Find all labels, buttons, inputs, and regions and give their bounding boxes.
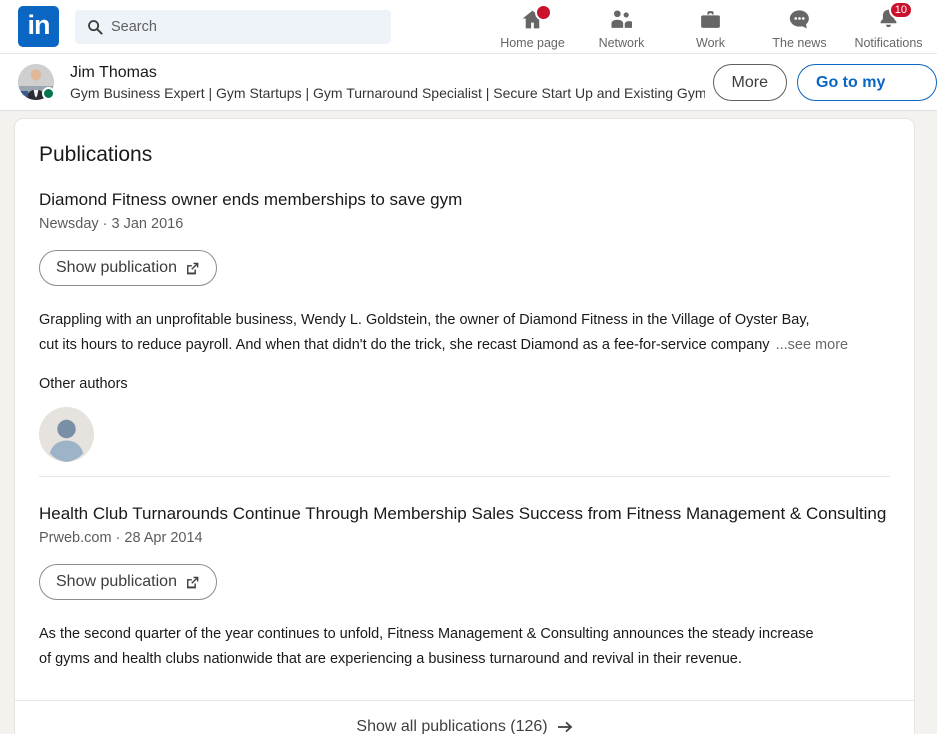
more-button[interactable]: More xyxy=(712,63,787,101)
publication-description: As the second quarter of the year contin… xyxy=(39,622,890,672)
profile-sticky-bar: Jim Thomas Gym Business Expert | Gym Sta… xyxy=(0,54,937,111)
page-content: Publications Diamond Fitness owner ends … xyxy=(0,111,937,734)
briefcase-icon xyxy=(701,11,720,28)
presence-indicator xyxy=(42,87,55,100)
publication-meta: Newsday · 3 Jan 2016 xyxy=(39,216,184,232)
publication-description-line1: As the second quarter of the year contin… xyxy=(39,626,814,642)
publication-description-line2-row: cut its hours to reduce payroll. And whe… xyxy=(39,333,890,358)
publication-item: Health Club Turnarounds Continue Through… xyxy=(39,491,890,686)
show-all-publications-label: Show all publications (126) xyxy=(356,718,548,734)
home-notification-dot xyxy=(535,3,552,21)
profile-headline: Gym Business Expert | Gym Startups | Gym… xyxy=(70,84,705,101)
profile-identity: Jim Thomas Gym Business Expert | Gym Sta… xyxy=(70,62,705,103)
nav-item-home[interactable]: Home page xyxy=(488,3,577,50)
show-publication-label: Show publication xyxy=(56,573,177,590)
profile-name: Jim Thomas xyxy=(70,63,157,81)
nav-items: Home page Network Work The news 10 Notif… xyxy=(488,0,937,50)
nav-item-news-label: The news xyxy=(772,35,827,50)
external-link-icon xyxy=(185,261,200,276)
nav-item-work[interactable]: Work xyxy=(666,4,755,50)
publication-meta: Prweb.com · 28 Apr 2014 xyxy=(39,530,203,546)
nav-item-network-label: Network xyxy=(598,35,645,50)
arrow-right-icon xyxy=(557,720,573,734)
global-nav: in Home page xyxy=(0,0,937,54)
nav-item-home-label: Home page xyxy=(500,35,565,50)
briefcase-icon-box xyxy=(698,7,723,33)
network-icon xyxy=(611,10,633,28)
home-icon-box xyxy=(520,3,552,33)
go-to-my-button[interactable]: Go to my xyxy=(797,63,937,101)
publication-description-line2: of gyms and health clubs nationwide that… xyxy=(39,651,742,667)
other-authors-label: Other authors xyxy=(39,376,128,392)
nav-item-work-label: Work xyxy=(696,35,725,50)
show-all-publications-button[interactable]: Show all publications (126) xyxy=(15,700,914,734)
publications-card: Publications Diamond Fitness owner ends … xyxy=(14,118,915,734)
show-all-publications-link: Show all publications (126) xyxy=(356,718,572,734)
nav-item-network[interactable]: Network xyxy=(577,4,666,50)
linkedin-logo[interactable]: in xyxy=(18,6,59,47)
show-publication-button[interactable]: Show publication xyxy=(39,250,217,286)
see-more-link[interactable]: ...see more xyxy=(776,333,849,358)
page-title: Publications xyxy=(39,143,153,166)
message-icon xyxy=(789,10,809,29)
publication-item: Diamond Fitness owner ends memberships t… xyxy=(39,187,890,491)
search-icon xyxy=(87,19,103,35)
bell-icon-box: 10 xyxy=(876,0,913,33)
publication-divider xyxy=(39,476,890,477)
nav-item-notifications[interactable]: 10 Notifications xyxy=(844,0,933,50)
network-icon-box xyxy=(609,7,634,33)
publication-description: Grappling with an unprofitable business,… xyxy=(39,308,890,358)
message-icon-box xyxy=(787,7,812,33)
search-box[interactable] xyxy=(75,9,391,44)
publication-description-line1: Grappling with an unprofitable business,… xyxy=(39,312,810,328)
default-avatar-icon xyxy=(39,407,94,462)
nav-item-news[interactable]: The news xyxy=(755,4,844,50)
search-input[interactable] xyxy=(111,18,381,35)
show-publication-button[interactable]: Show publication xyxy=(39,564,217,600)
publication-description-line2: cut its hours to reduce payroll. And whe… xyxy=(39,337,770,353)
show-publication-label: Show publication xyxy=(56,259,177,276)
profile-actions: More Go to my xyxy=(712,63,937,101)
publication-title: Health Club Turnarounds Continue Through… xyxy=(39,504,887,523)
publication-title: Diamond Fitness owner ends memberships t… xyxy=(39,190,463,209)
avatar-wrapper[interactable] xyxy=(18,64,55,100)
notifications-badge: 10 xyxy=(888,0,913,19)
publications-card-body: Publications Diamond Fitness owner ends … xyxy=(15,119,914,686)
external-link-icon xyxy=(185,575,200,590)
other-author-avatar[interactable] xyxy=(39,407,94,462)
nav-item-notifications-label: Notifications xyxy=(854,35,923,50)
